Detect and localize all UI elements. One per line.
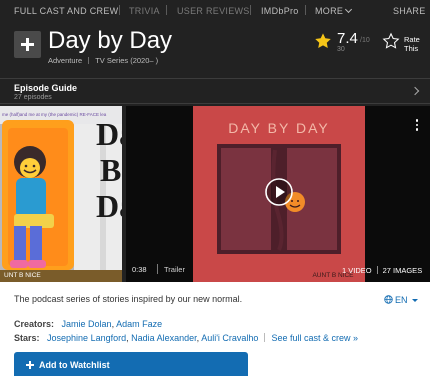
add-to-watchlist-label: Add to Watchlist	[39, 360, 110, 370]
creators-label: Creators:	[14, 319, 55, 329]
star-link[interactable]: Josephine Langford	[47, 333, 126, 343]
more-options-icon[interactable]	[415, 119, 418, 133]
plot-summary: The podcast series of stories inspired b…	[14, 294, 243, 304]
title-meta: Adventure TV Series (2020– )	[48, 56, 158, 65]
video-type: Trailer	[164, 265, 185, 274]
chevron-right-icon	[410, 86, 420, 96]
creator-link[interactable]: Adam Faze	[116, 319, 162, 329]
subnav-divider	[119, 5, 120, 15]
language-code: EN	[395, 295, 408, 305]
stars-row: Stars: Josephine Langford, Nadia Alexand…	[14, 332, 358, 343]
rate-this-button[interactable]: Rate This	[404, 35, 428, 53]
see-full-cast-link[interactable]: See full cast & crew »	[271, 333, 358, 343]
media-links: 1 VIDEO 27 IMAGES	[342, 265, 422, 275]
media-divider	[376, 266, 378, 274]
poster-title-text: Da B Da	[96, 116, 122, 224]
episode-guide-label: Episode Guide	[14, 83, 78, 93]
title-header: FULL CAST AND CREW TRIVIA USER REVIEWS I…	[0, 0, 430, 282]
add-to-watchlist-ribbon[interactable]	[14, 31, 41, 58]
poster-image[interactable]: me (half)and me at my (the pandemic) RE-…	[0, 106, 122, 282]
poster-title-line-2: B	[100, 152, 122, 188]
subnav-divider	[305, 5, 306, 15]
caret-down-icon	[411, 299, 418, 302]
subnav-divider	[166, 5, 167, 15]
star-link[interactable]: Nadia Alexander	[131, 333, 197, 343]
globe-icon	[384, 295, 393, 304]
trailer-art-title: DAY BY DAY	[228, 120, 329, 136]
series-type-link[interactable]: TV Series (2020– )	[95, 56, 158, 65]
full-cast-link[interactable]: FULL CAST AND CREW	[14, 6, 118, 16]
share-button[interactable]: SHARE	[393, 6, 426, 16]
subnav-divider	[250, 5, 251, 15]
rate-label-line-2: This	[404, 44, 419, 53]
plus-icon	[26, 361, 34, 369]
title-subnav: FULL CAST AND CREW TRIVIA USER REVIEWS I…	[0, 0, 430, 23]
page-title: Day by Day	[48, 27, 173, 54]
poster-caption: UNT B NICE	[4, 272, 41, 279]
stars-divider	[264, 333, 266, 342]
video-duration: 0:38	[132, 265, 147, 274]
rate-label-line-1: Rate	[404, 35, 420, 44]
poster-title-line-3: Da	[96, 188, 122, 224]
language-selector[interactable]: EN	[384, 294, 418, 305]
chevron-down-icon	[345, 5, 353, 14]
play-icon[interactable]	[264, 177, 294, 207]
creator-link[interactable]: Jamie Dolan	[62, 319, 112, 329]
rating-scale: /10	[360, 37, 370, 44]
creators-row: Creators: Jamie Dolan, Adam Faze	[14, 319, 162, 329]
user-reviews-link[interactable]: USER REVIEWS	[177, 6, 250, 16]
trivia-link[interactable]: TRIVIA	[129, 6, 160, 16]
rating-value: 7.4	[337, 30, 358, 47]
more-label: MORE	[315, 6, 344, 16]
rate-star-outline-icon[interactable]	[382, 32, 400, 50]
more-menu[interactable]: MORE	[315, 5, 353, 16]
poster-title-line-1: Da	[96, 116, 122, 152]
video-meta-divider	[157, 264, 158, 274]
videos-link[interactable]: 1 VIDEO	[342, 266, 372, 275]
genre-link[interactable]: Adventure	[48, 56, 82, 65]
star-icon	[315, 33, 331, 49]
rating-count[interactable]: 30	[337, 46, 345, 53]
svg-text:me (half)and me at my (the pan: me (half)and me at my (the pandemic) RE-…	[2, 112, 107, 117]
star-link[interactable]: Auli'i Cravalho	[201, 333, 258, 343]
meta-divider	[88, 57, 90, 64]
stars-label: Stars:	[14, 333, 40, 343]
add-to-watchlist-button[interactable]: Add to Watchlist	[14, 352, 248, 376]
imdbpro-link[interactable]: IMDbPro	[261, 6, 299, 16]
episode-guide[interactable]: Episode Guide 27 episodes	[0, 78, 430, 104]
images-link[interactable]: 27 IMAGES	[383, 266, 423, 275]
episode-count: 27 episodes	[14, 94, 52, 101]
